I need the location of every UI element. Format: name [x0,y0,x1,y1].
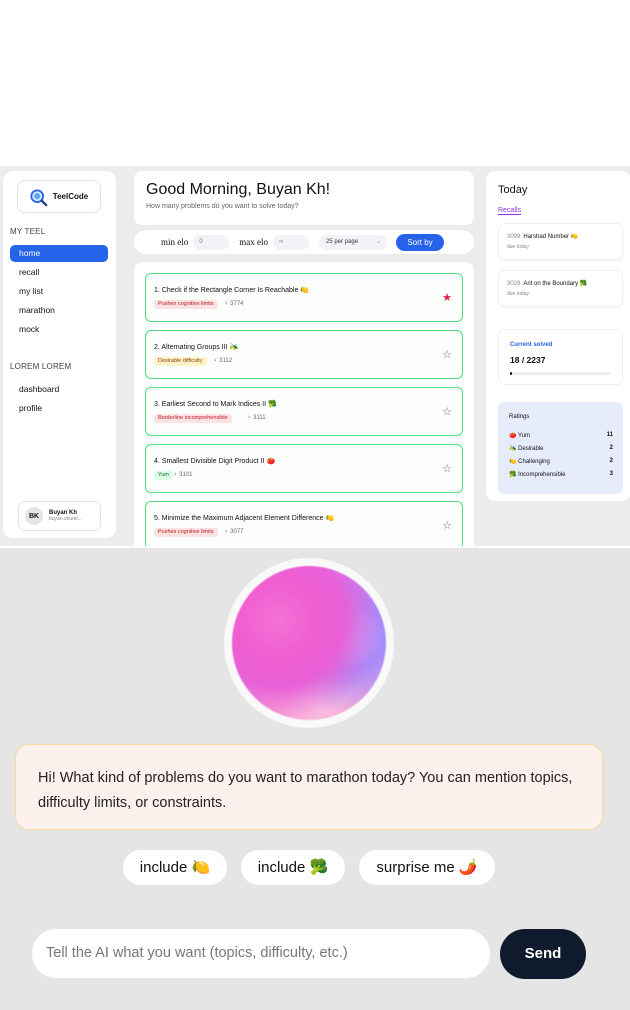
solved-progress-fill [510,372,513,375]
max-elo-label: max elo [239,237,268,247]
elo-value: ♀ 3774 [224,301,244,307]
difficulty-badge: Borderline incomprehensible [154,414,232,423]
problem-row[interactable]: 2. Alternating Groups III 🫒 Desirable di… [145,330,463,379]
star-filled-icon[interactable]: ★ [442,291,452,304]
star-outline-icon[interactable]: ☆ [442,519,452,532]
solved-value: 18 / 2237 [510,355,546,365]
recall-title: 3099 Harshad Number 🍋 [507,234,579,240]
sidebar-item-marathon[interactable]: marathon [10,302,108,319]
sidebar-item-mock[interactable]: mock [10,321,108,338]
rating-row: 🥦 Incomprehensible 3 [509,471,613,478]
problem-list: 1. Check if the Rectangle Corner Is Reac… [134,262,474,546]
sidebar-item-dashboard[interactable]: dashboard [10,381,108,398]
elo-value: ♀ 3077 [224,529,244,535]
min-elo-input[interactable]: 0 [193,234,230,250]
star-outline-icon[interactable]: ☆ [442,348,452,361]
ai-orb [224,558,394,728]
search-logo-icon [30,188,48,206]
ratings-title: Ratings [509,414,530,420]
max-elo-input[interactable]: ∞ [273,234,309,250]
section-title-lorem: LOREM LOREM [10,362,72,371]
star-outline-icon[interactable]: ☆ [442,405,452,418]
chip-include-broccoli[interactable]: include 🥦 [241,850,345,885]
tomato-icon: 🍅 [509,433,517,439]
sidebar: TeelCode MY TEEL home recall my list mar… [3,171,116,538]
sidebar-item-home[interactable]: home [10,245,108,262]
rating-row: 🫒 Desirable 2 [509,445,613,452]
solved-label: Current solved [510,342,553,348]
olive-icon: 🫒 [509,446,517,452]
problem-row[interactable]: 1. Check if the Rectangle Corner Is Reac… [145,273,463,322]
difficulty-badge: Yum [154,471,174,480]
elo-value: ♀ 3111 [247,415,266,421]
difficulty-badge: Pushes cognitive limits [154,528,218,537]
user-card[interactable]: BK Buyan Kh buyan.shurel... [18,501,101,531]
ai-message: Hi! What kind of problems do you want to… [15,744,603,830]
recall-due: due today [507,291,529,297]
per-page-select[interactable]: 25 per page ⌄ [319,234,387,250]
rating-row: 🍋 Challenging 2 [509,458,613,465]
recall-title: 3028 Ant on the Boundary 🥦 [507,281,588,287]
problem-title[interactable]: 4. Smallest Divisible Digit Product II 🍅 [154,457,275,465]
logo[interactable]: TeelCode [17,180,101,213]
difficulty-badge: Desirable difficulty [154,357,207,366]
logo-text: TeelCode [52,192,89,201]
user-email: buyan.shurel... [49,516,82,522]
section-title-my-teel: MY TEEL [10,227,46,236]
chip-include-lemon[interactable]: include 🍋 [123,850,227,885]
lemon-icon: 🍋 [509,459,517,465]
problem-row[interactable]: 5. Minimize the Maximum Adjacent Element… [145,501,463,546]
today-panel: Today Recalls 3099 Harshad Number 🍋 due t… [486,171,630,501]
teelcode-app: TeelCode MY TEEL home recall my list mar… [0,166,630,546]
star-outline-icon[interactable]: ☆ [442,462,452,475]
rating-row: 🍅 Yum 11 [509,432,613,439]
difficulty-badge: Pushes cognitive limits [154,300,218,309]
current-solved-card: Current solved 18 / 2237 [498,329,623,385]
problem-title[interactable]: 3. Earliest Second to Mark Indices II 🥦 [154,400,277,408]
chat-input[interactable]: Tell the AI what you want (topics, diffi… [32,929,490,978]
ai-orb-gradient [232,566,386,720]
problem-row[interactable]: 4. Smallest Divisible Digit Product II 🍅… [145,444,463,493]
ratings-card: Ratings 🍅 Yum 11 🫒 Desirable 2 🍋 Challengi… [498,402,623,494]
recall-card[interactable]: 3099 Harshad Number 🍋 due today [498,223,623,260]
recall-due: due today [507,244,529,250]
recall-card[interactable]: 3028 Ant on the Boundary 🥦 due today [498,270,623,307]
top-blank-area [0,0,630,166]
sidebar-item-profile[interactable]: profile [10,400,108,417]
filter-bar: min elo 0 max elo ∞ 25 per page ⌄ Sort by [134,230,474,254]
tab-recalls[interactable]: Recalls [498,207,521,215]
today-title: Today [498,184,528,196]
greeting-card: Good Morning, Buyan Kh! How many problem… [134,171,474,225]
send-button[interactable]: Send [500,929,586,979]
sort-by-button[interactable]: Sort by [396,233,444,251]
problem-title[interactable]: 1. Check if the Rectangle Corner Is Reac… [154,286,309,294]
problem-title[interactable]: 2. Alternating Groups III 🫒 [154,343,238,351]
solved-progress-bar [510,372,611,375]
sidebar-item-recall[interactable]: recall [10,264,108,281]
marathon-chat: Hi! What kind of problems do you want to… [0,548,630,1010]
min-elo-label: min elo [161,237,189,247]
problem-row[interactable]: 3. Earliest Second to Mark Indices II 🥦 … [145,387,463,436]
chip-surprise-me[interactable]: surprise me 🌶️ [359,850,495,885]
problem-title[interactable]: 5. Minimize the Maximum Adjacent Element… [154,514,334,522]
greeting-title: Good Morning, Buyan Kh! [146,181,331,198]
per-page-value: 25 per page [326,238,359,245]
greeting-subtitle: How many problems do you want to solve t… [146,203,299,210]
elo-value: ♀ 3101 [173,472,193,478]
sidebar-item-my-list[interactable]: my list [10,283,108,300]
elo-value: ♀ 3112 [213,358,233,364]
chevron-down-icon: ⌄ [375,238,381,245]
broccoli-icon: 🥦 [509,472,517,478]
avatar: BK [25,507,43,525]
